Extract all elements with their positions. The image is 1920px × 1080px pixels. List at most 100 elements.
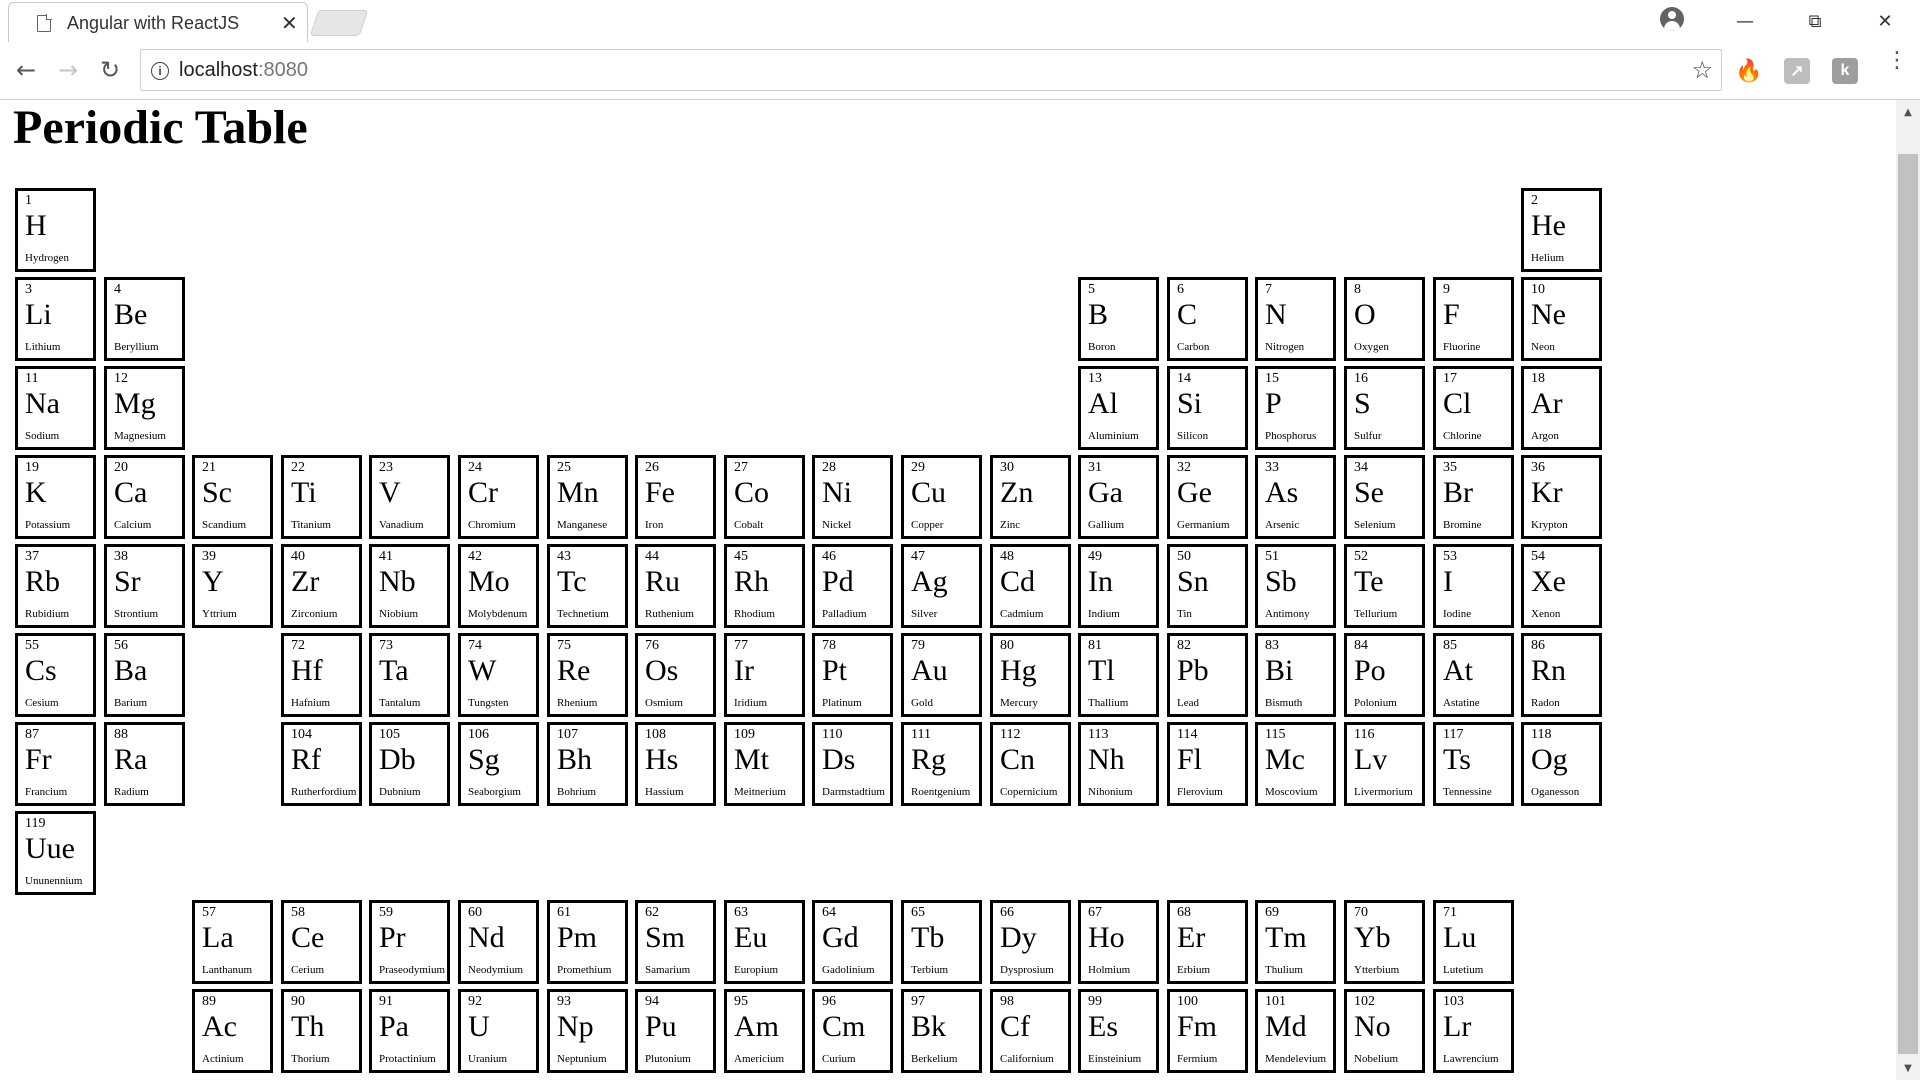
element-tile-kr[interactable]: 36 Kr Krypton	[1521, 455, 1602, 539]
element-tile-pm[interactable]: 61 Pm Promethium	[547, 900, 628, 984]
element-tile-bi[interactable]: 83 Bi Bismuth	[1255, 633, 1336, 717]
new-tab-button[interactable]	[309, 10, 369, 36]
element-tile-i[interactable]: 53 I Iodine	[1433, 544, 1514, 628]
element-tile-mn[interactable]: 25 Mn Manganese	[547, 455, 628, 539]
element-tile-u[interactable]: 92 U Uranium	[458, 989, 539, 1073]
address-bar[interactable]: i localhost:8080 ☆	[140, 49, 1722, 91]
element-tile-hg[interactable]: 80 Hg Mercury	[990, 633, 1071, 717]
element-tile-er[interactable]: 68 Er Erbium	[1167, 900, 1248, 984]
element-tile-k[interactable]: 19 K Potassium	[15, 455, 96, 539]
element-tile-co[interactable]: 27 Co Cobalt	[724, 455, 805, 539]
element-tile-ar[interactable]: 18 Ar Argon	[1521, 366, 1602, 450]
element-tile-se[interactable]: 34 Se Selenium	[1344, 455, 1425, 539]
element-tile-cr[interactable]: 24 Cr Chromium	[458, 455, 539, 539]
element-tile-re[interactable]: 75 Re Rhenium	[547, 633, 628, 717]
element-tile-mo[interactable]: 42 Mo Molybdenum	[458, 544, 539, 628]
scroll-down-arrow-icon[interactable]: ▼	[1896, 1056, 1920, 1080]
element-tile-zr[interactable]: 40 Zr Zirconium	[281, 544, 362, 628]
element-tile-rb[interactable]: 37 Rb Rubidium	[15, 544, 96, 628]
browser-tab[interactable]: Angular with ReactJS ✕	[8, 2, 308, 42]
element-tile-ni[interactable]: 28 Ni Nickel	[812, 455, 893, 539]
element-tile-be[interactable]: 4 Be Beryllium	[104, 277, 185, 361]
element-tile-br[interactable]: 35 Br Bromine	[1433, 455, 1514, 539]
element-tile-sb[interactable]: 51 Sb Antimony	[1255, 544, 1336, 628]
element-tile-in[interactable]: 49 In Indium	[1078, 544, 1159, 628]
element-tile-w[interactable]: 74 W Tungsten	[458, 633, 539, 717]
element-tile-og[interactable]: 118 Og Oganesson	[1521, 722, 1602, 806]
element-tile-th[interactable]: 90 Th Thorium	[281, 989, 362, 1073]
element-tile-dy[interactable]: 66 Dy Dysprosium	[990, 900, 1071, 984]
vertical-scrollbar[interactable]: ▲ ▼	[1896, 100, 1920, 1080]
element-tile-fe[interactable]: 26 Fe Iron	[635, 455, 716, 539]
element-tile-ho[interactable]: 67 Ho Holmium	[1078, 900, 1159, 984]
element-tile-gd[interactable]: 64 Gd Gadolinium	[812, 900, 893, 984]
element-tile-fm[interactable]: 100 Fm Fermium	[1167, 989, 1248, 1073]
element-tile-cn[interactable]: 112 Cn Copernicium	[990, 722, 1071, 806]
element-tile-fr[interactable]: 87 Fr Francium	[15, 722, 96, 806]
element-tile-zn[interactable]: 30 Zn Zinc	[990, 455, 1071, 539]
forward-arrow-icon[interactable]: →	[50, 52, 86, 88]
element-tile-db[interactable]: 105 Db Dubnium	[369, 722, 450, 806]
element-tile-cd[interactable]: 48 Cd Cadmium	[990, 544, 1071, 628]
element-tile-s[interactable]: 16 S Sulfur	[1344, 366, 1425, 450]
element-tile-te[interactable]: 52 Te Tellurium	[1344, 544, 1425, 628]
element-tile-f[interactable]: 9 F Fluorine	[1433, 277, 1514, 361]
scrollbar-thumb[interactable]	[1898, 154, 1918, 1054]
tab-close-icon[interactable]: ✕	[281, 11, 298, 36]
element-tile-nh[interactable]: 113 Nh Nihonium	[1078, 722, 1159, 806]
element-tile-pa[interactable]: 91 Pa Protactinium	[369, 989, 450, 1073]
element-tile-ts[interactable]: 117 Ts Tennessine	[1433, 722, 1514, 806]
element-tile-mg[interactable]: 12 Mg Magnesium	[104, 366, 185, 450]
element-tile-bh[interactable]: 107 Bh Bohrium	[547, 722, 628, 806]
element-tile-cs[interactable]: 55 Cs Cesium	[15, 633, 96, 717]
element-tile-fl[interactable]: 114 Fl Flerovium	[1167, 722, 1248, 806]
element-tile-pd[interactable]: 46 Pd Palladium	[812, 544, 893, 628]
element-tile-c[interactable]: 6 C Carbon	[1167, 277, 1248, 361]
element-tile-ta[interactable]: 73 Ta Tantalum	[369, 633, 450, 717]
reload-icon[interactable]: ↻	[92, 52, 128, 88]
element-tile-tl[interactable]: 81 Tl Thallium	[1078, 633, 1159, 717]
element-tile-cl[interactable]: 17 Cl Chlorine	[1433, 366, 1514, 450]
element-tile-li[interactable]: 3 Li Lithium	[15, 277, 96, 361]
element-tile-np[interactable]: 93 Np Neptunium	[547, 989, 628, 1073]
element-tile-md[interactable]: 101 Md Mendelevium	[1255, 989, 1336, 1073]
element-tile-h[interactable]: 1 H Hydrogen	[15, 188, 96, 272]
element-tile-bk[interactable]: 97 Bk Berkelium	[901, 989, 982, 1073]
element-tile-lu[interactable]: 71 Lu Lutetium	[1433, 900, 1514, 984]
element-tile-sr[interactable]: 38 Sr Strontium	[104, 544, 185, 628]
element-tile-ge[interactable]: 32 Ge Germanium	[1167, 455, 1248, 539]
element-tile-sn[interactable]: 50 Sn Tin	[1167, 544, 1248, 628]
element-tile-b[interactable]: 5 B Boron	[1078, 277, 1159, 361]
element-tile-sc[interactable]: 21 Sc Scandium	[192, 455, 273, 539]
element-tile-ir[interactable]: 77 Ir Iridium	[724, 633, 805, 717]
element-tile-cf[interactable]: 98 Cf Californium	[990, 989, 1071, 1073]
element-tile-xe[interactable]: 54 Xe Xenon	[1521, 544, 1602, 628]
close-window-button[interactable]: ✕	[1850, 0, 1920, 42]
restore-button[interactable]: ⧉	[1780, 0, 1850, 42]
minimize-button[interactable]: —	[1710, 0, 1780, 42]
element-tile-hf[interactable]: 72 Hf Hafnium	[281, 633, 362, 717]
element-tile-tm[interactable]: 69 Tm Thulium	[1255, 900, 1336, 984]
element-tile-ru[interactable]: 44 Ru Ruthenium	[635, 544, 716, 628]
info-icon[interactable]: i	[151, 62, 169, 80]
element-tile-nb[interactable]: 41 Nb Niobium	[369, 544, 450, 628]
element-tile-al[interactable]: 13 Al Aluminium	[1078, 366, 1159, 450]
element-tile-lv[interactable]: 116 Lv Livermorium	[1344, 722, 1425, 806]
element-tile-pb[interactable]: 82 Pb Lead	[1167, 633, 1248, 717]
element-tile-nd[interactable]: 60 Nd Neodymium	[458, 900, 539, 984]
element-tile-ag[interactable]: 47 Ag Silver	[901, 544, 982, 628]
element-tile-yb[interactable]: 70 Yb Ytterbium	[1344, 900, 1425, 984]
element-tile-as[interactable]: 33 As Arsenic	[1255, 455, 1336, 539]
scroll-up-arrow-icon[interactable]: ▲	[1896, 100, 1920, 124]
element-tile-ti[interactable]: 22 Ti Titanium	[281, 455, 362, 539]
element-tile-at[interactable]: 85 At Astatine	[1433, 633, 1514, 717]
element-tile-sg[interactable]: 106 Sg Seaborgium	[458, 722, 539, 806]
element-tile-am[interactable]: 95 Am Americium	[724, 989, 805, 1073]
element-tile-cm[interactable]: 96 Cm Curium	[812, 989, 893, 1073]
element-tile-ce[interactable]: 58 Ce Cerium	[281, 900, 362, 984]
element-tile-ba[interactable]: 56 Ba Barium	[104, 633, 185, 717]
pdf-extension-icon[interactable]: ↗	[1784, 58, 1810, 84]
url-text[interactable]: localhost:8080	[179, 59, 308, 82]
element-tile-ca[interactable]: 20 Ca Calcium	[104, 455, 185, 539]
element-tile-rf[interactable]: 104 Rf Rutherfordium	[281, 722, 362, 806]
